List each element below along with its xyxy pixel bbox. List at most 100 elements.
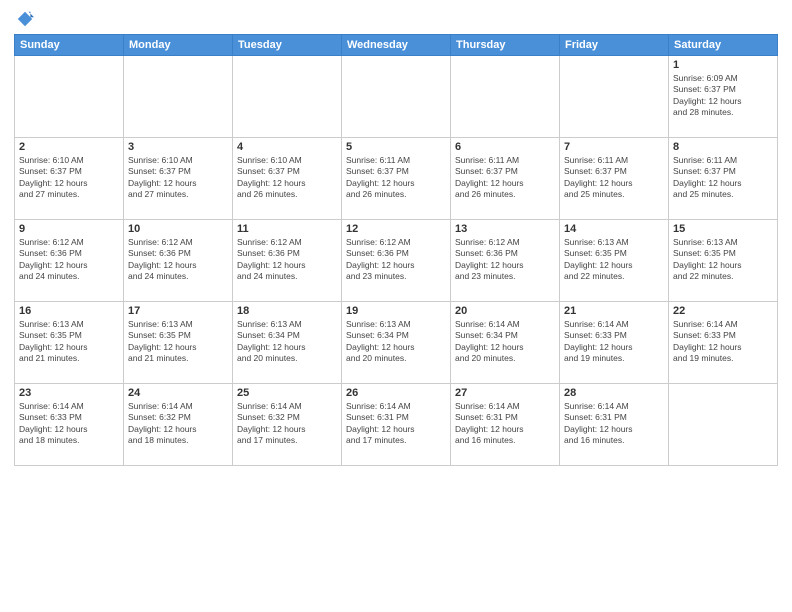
calendar-header-monday: Monday [124,35,233,56]
cell-day-number: 9 [19,223,119,235]
cell-day-number: 1 [673,59,773,71]
cell-day-number: 10 [128,223,228,235]
cell-day-number: 6 [455,141,555,153]
cell-day-info: Sunrise: 6:14 AM Sunset: 6:32 PM Dayligh… [237,401,337,447]
cell-day-info: Sunrise: 6:12 AM Sunset: 6:36 PM Dayligh… [237,237,337,283]
page: SundayMondayTuesdayWednesdayThursdayFrid… [0,0,792,612]
calendar-week-row: 2 Sunrise: 6:10 AM Sunset: 6:37 PM Daylig… [15,138,778,220]
calendar-cell [15,56,124,138]
cell-day-info: Sunrise: 6:13 AM Sunset: 6:35 PM Dayligh… [19,319,119,365]
cell-day-number: 20 [455,305,555,317]
header [14,10,778,28]
cell-day-number: 12 [346,223,446,235]
cell-day-info: Sunrise: 6:12 AM Sunset: 6:36 PM Dayligh… [19,237,119,283]
cell-day-info: Sunrise: 6:14 AM Sunset: 6:31 PM Dayligh… [346,401,446,447]
cell-day-info: Sunrise: 6:12 AM Sunset: 6:36 PM Dayligh… [455,237,555,283]
cell-day-info: Sunrise: 6:14 AM Sunset: 6:34 PM Dayligh… [455,319,555,365]
calendar-cell [560,56,669,138]
calendar-header-wednesday: Wednesday [342,35,451,56]
calendar-cell: 20 Sunrise: 6:14 AM Sunset: 6:34 PM Dayli… [451,302,560,384]
calendar-header-tuesday: Tuesday [233,35,342,56]
cell-day-number: 14 [564,223,664,235]
calendar-cell: 9 Sunrise: 6:12 AM Sunset: 6:36 PM Daylig… [15,220,124,302]
cell-day-number: 8 [673,141,773,153]
cell-day-number: 15 [673,223,773,235]
calendar-cell: 26 Sunrise: 6:14 AM Sunset: 6:31 PM Dayli… [342,384,451,466]
cell-day-info: Sunrise: 6:14 AM Sunset: 6:33 PM Dayligh… [564,319,664,365]
cell-day-number: 2 [19,141,119,153]
calendar-cell: 18 Sunrise: 6:13 AM Sunset: 6:34 PM Dayli… [233,302,342,384]
cell-day-number: 26 [346,387,446,399]
cell-day-info: Sunrise: 6:13 AM Sunset: 6:34 PM Dayligh… [237,319,337,365]
calendar-cell: 17 Sunrise: 6:13 AM Sunset: 6:35 PM Dayli… [124,302,233,384]
cell-day-number: 13 [455,223,555,235]
calendar-cell: 25 Sunrise: 6:14 AM Sunset: 6:32 PM Dayli… [233,384,342,466]
calendar-cell: 7 Sunrise: 6:11 AM Sunset: 6:37 PM Daylig… [560,138,669,220]
cell-day-number: 17 [128,305,228,317]
cell-day-info: Sunrise: 6:13 AM Sunset: 6:35 PM Dayligh… [128,319,228,365]
cell-day-info: Sunrise: 6:11 AM Sunset: 6:37 PM Dayligh… [346,155,446,201]
cell-day-number: 4 [237,141,337,153]
calendar-header-thursday: Thursday [451,35,560,56]
calendar-header-sunday: Sunday [15,35,124,56]
calendar-cell: 4 Sunrise: 6:10 AM Sunset: 6:37 PM Daylig… [233,138,342,220]
calendar-cell: 10 Sunrise: 6:12 AM Sunset: 6:36 PM Dayli… [124,220,233,302]
cell-day-info: Sunrise: 6:14 AM Sunset: 6:32 PM Dayligh… [128,401,228,447]
cell-day-info: Sunrise: 6:10 AM Sunset: 6:37 PM Dayligh… [128,155,228,201]
calendar-header-row: SundayMondayTuesdayWednesdayThursdayFrid… [15,35,778,56]
cell-day-info: Sunrise: 6:14 AM Sunset: 6:31 PM Dayligh… [455,401,555,447]
calendar-cell: 13 Sunrise: 6:12 AM Sunset: 6:36 PM Dayli… [451,220,560,302]
cell-day-number: 23 [19,387,119,399]
cell-day-number: 18 [237,305,337,317]
cell-day-number: 16 [19,305,119,317]
cell-day-number: 25 [237,387,337,399]
cell-day-number: 21 [564,305,664,317]
calendar-cell: 15Sunrise: 6:13 AM Sunset: 6:35 PM Dayli… [669,220,778,302]
logo-icon [16,10,34,28]
calendar-cell: 24 Sunrise: 6:14 AM Sunset: 6:32 PM Dayli… [124,384,233,466]
calendar-cell: 19 Sunrise: 6:13 AM Sunset: 6:34 PM Dayli… [342,302,451,384]
cell-day-number: 24 [128,387,228,399]
cell-day-info: Sunrise: 6:11 AM Sunset: 6:37 PM Dayligh… [564,155,664,201]
calendar-cell: 16 Sunrise: 6:13 AM Sunset: 6:35 PM Dayli… [15,302,124,384]
calendar-header-saturday: Saturday [669,35,778,56]
logo [14,10,34,28]
calendar-cell: 6 Sunrise: 6:11 AM Sunset: 6:37 PM Daylig… [451,138,560,220]
cell-day-info: Sunrise: 6:11 AM Sunset: 6:37 PM Dayligh… [455,155,555,201]
calendar-cell: 1 Sunrise: 6:09 AM Sunset: 6:37 PM Daylig… [669,56,778,138]
cell-day-number: 27 [455,387,555,399]
cell-day-number: 11 [237,223,337,235]
cell-day-info: Sunrise: 6:12 AM Sunset: 6:36 PM Dayligh… [128,237,228,283]
calendar-cell: 27 Sunrise: 6:14 AM Sunset: 6:31 PM Dayli… [451,384,560,466]
cell-day-info: Sunrise: 6:11 AM Sunset: 6:37 PM Dayligh… [673,155,773,201]
calendar-cell: 14 Sunrise: 6:13 AM Sunset: 6:35 PM Dayli… [560,220,669,302]
calendar-cell: 28Sunrise: 6:14 AM Sunset: 6:31 PM Dayli… [560,384,669,466]
cell-day-info: Sunrise: 6:13 AM Sunset: 6:35 PM Dayligh… [564,237,664,283]
cell-day-number: 19 [346,305,446,317]
calendar-cell [233,56,342,138]
calendar-cell [669,384,778,466]
calendar-cell [124,56,233,138]
calendar-week-row: 9 Sunrise: 6:12 AM Sunset: 6:36 PM Daylig… [15,220,778,302]
calendar-cell [451,56,560,138]
cell-day-number: 5 [346,141,446,153]
calendar-cell [342,56,451,138]
calendar-cell: 12 Sunrise: 6:12 AM Sunset: 6:36 PM Dayli… [342,220,451,302]
calendar-cell: 21 Sunrise: 6:14 AM Sunset: 6:33 PM Dayli… [560,302,669,384]
calendar-week-row: 1 Sunrise: 6:09 AM Sunset: 6:37 PM Daylig… [15,56,778,138]
calendar-cell: 23 Sunrise: 6:14 AM Sunset: 6:33 PM Dayli… [15,384,124,466]
calendar-cell: 5 Sunrise: 6:11 AM Sunset: 6:37 PM Daylig… [342,138,451,220]
calendar-cell: 8 Sunrise: 6:11 AM Sunset: 6:37 PM Daylig… [669,138,778,220]
calendar-cell: 3Sunrise: 6:10 AM Sunset: 6:37 PM Daylig… [124,138,233,220]
calendar-cell: 11 Sunrise: 6:12 AM Sunset: 6:36 PM Dayli… [233,220,342,302]
cell-day-info: Sunrise: 6:10 AM Sunset: 6:37 PM Dayligh… [19,155,119,201]
cell-day-number: 7 [564,141,664,153]
cell-day-info: Sunrise: 6:14 AM Sunset: 6:33 PM Dayligh… [673,319,773,365]
cell-day-info: Sunrise: 6:10 AM Sunset: 6:37 PM Dayligh… [237,155,337,201]
cell-day-number: 28 [564,387,664,399]
cell-day-info: Sunrise: 6:12 AM Sunset: 6:36 PM Dayligh… [346,237,446,283]
cell-day-info: Sunrise: 6:14 AM Sunset: 6:33 PM Dayligh… [19,401,119,447]
cell-day-info: Sunrise: 6:13 AM Sunset: 6:34 PM Dayligh… [346,319,446,365]
cell-day-number: 22 [673,305,773,317]
cell-day-info: Sunrise: 6:09 AM Sunset: 6:37 PM Dayligh… [673,73,773,119]
